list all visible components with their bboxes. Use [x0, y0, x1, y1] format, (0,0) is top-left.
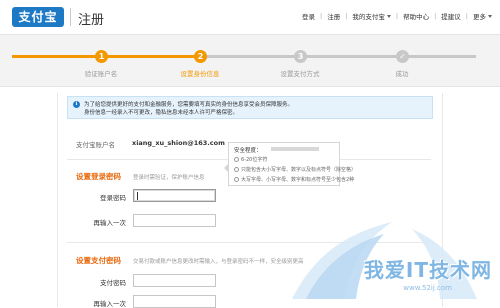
rule-text: 6-20位字符	[241, 157, 268, 163]
password-strength-tooltip: 安全程度： 6-20位字符 只能包含大小写字母、数字以及标点符号（除空格） 大写…	[224, 142, 356, 186]
strength-meter	[271, 147, 319, 151]
nav-separator: |	[319, 12, 323, 20]
nav-separator: |	[434, 12, 437, 20]
login-password-title: 设置登录密码	[76, 172, 121, 181]
top-nav: 登录 | 注册 | 我的支付宝 | 帮助中心 | 提建议 | 更多	[302, 11, 492, 21]
nav-help-link[interactable]: 帮助中心	[403, 11, 429, 21]
login-confirm-label: 再输入一次	[93, 219, 127, 227]
step-connector	[12, 55, 107, 58]
login-password-label: 登录密码	[100, 194, 126, 202]
rule-text: 只能包含大小写字母、数字以及标点符号（除空格）	[241, 167, 357, 173]
check-icon: ✓	[396, 50, 409, 63]
step-2-label: 设置身份信息	[180, 70, 220, 78]
nav-login-link[interactable]: 登录	[302, 11, 315, 21]
login-password-input[interactable]	[133, 189, 216, 202]
step-3-circle: 3	[294, 50, 307, 63]
chevron-down-icon[interactable]	[488, 14, 492, 18]
nav-my-alipay-link[interactable]: 我的支付宝	[352, 11, 385, 21]
notice-line-2: 身份信息一经录入不可更改，隐私信息未经本人许可严格保密。	[84, 110, 239, 116]
nav-more-link[interactable]: 更多	[473, 11, 486, 21]
step-connector	[107, 55, 203, 58]
identity-form: i 为了给您提供更好的支付和金融服务，您需要填写真实的身份信息享受会员保障服务。…	[57, 93, 443, 308]
account-name-value: xiang_xu_shion@163.com	[132, 139, 225, 147]
nav-separator: |	[345, 12, 348, 20]
progress-steps: 1 2 3 ✓ 验证账户名 设置身份信息 设置支付方式 成功	[0, 34, 500, 87]
circle-icon	[234, 167, 239, 172]
pay-password-title: 设置支付密码	[76, 256, 121, 265]
strength-rule-1: 6-20位字符	[234, 156, 267, 163]
circle-icon	[234, 177, 239, 182]
step-2-circle: 2	[194, 50, 207, 63]
rule-text: 大写字母、小写字母、数字和标点符号至少包含2种	[241, 177, 355, 183]
login-confirm-input[interactable]	[133, 214, 216, 227]
strength-rule-2: 只能包含大小写字母、数字以及标点符号（除空格）	[234, 166, 356, 173]
account-name-label: 支付宝账户名	[76, 141, 115, 149]
nav-separator: |	[465, 12, 468, 20]
header: 支付宝 注册 登录 | 注册 | 我的支付宝 | 帮助中心 | 提建议 | 更多	[0, 0, 500, 34]
info-icon: i	[73, 101, 80, 108]
step-4-label: 成功	[395, 70, 409, 78]
login-password-hint: 登录时需验证，保护账户信息	[133, 175, 205, 181]
nav-feedback-link[interactable]: 提建议	[441, 11, 461, 21]
step-1-label: 验证账户名	[84, 70, 118, 78]
pay-password-label: 支付密码	[100, 279, 126, 287]
logo-divider	[70, 8, 71, 26]
page-title: 注册	[78, 13, 105, 28]
pay-password-hint: 交易付款或账户信息更改时需输入，与登录密码不一样，安全级别更高	[133, 259, 304, 265]
section-divider	[67, 242, 431, 243]
pay-confirm-input[interactable]	[133, 295, 216, 308]
tooltip-arrow	[224, 164, 228, 172]
text-cursor	[137, 192, 138, 200]
strength-rule-3: 大写字母、小写字母、数字和标点符号至少包含2种	[234, 176, 354, 183]
alipay-logo[interactable]: 支付宝	[12, 7, 64, 27]
pay-password-input[interactable]	[133, 274, 216, 287]
notice-line-1: 为了给您提供更好的支付和金融服务，您需要填写真实的身份信息享受会员保障服务。	[84, 102, 294, 108]
chevron-down-icon[interactable]	[386, 14, 391, 18]
strength-title: 安全程度：	[234, 148, 262, 154]
circle-icon	[234, 157, 239, 162]
step-connector	[203, 55, 301, 58]
nav-register-link[interactable]: 注册	[327, 11, 340, 21]
step-connector	[301, 55, 476, 58]
nav-separator: |	[395, 12, 399, 20]
step-3-label: 设置支付方式	[280, 70, 320, 78]
info-notice: i 为了给您提供更好的支付和金融服务，您需要填写真实的身份信息享受会员保障服务。…	[67, 96, 433, 119]
step-1-circle: 1	[95, 50, 108, 63]
